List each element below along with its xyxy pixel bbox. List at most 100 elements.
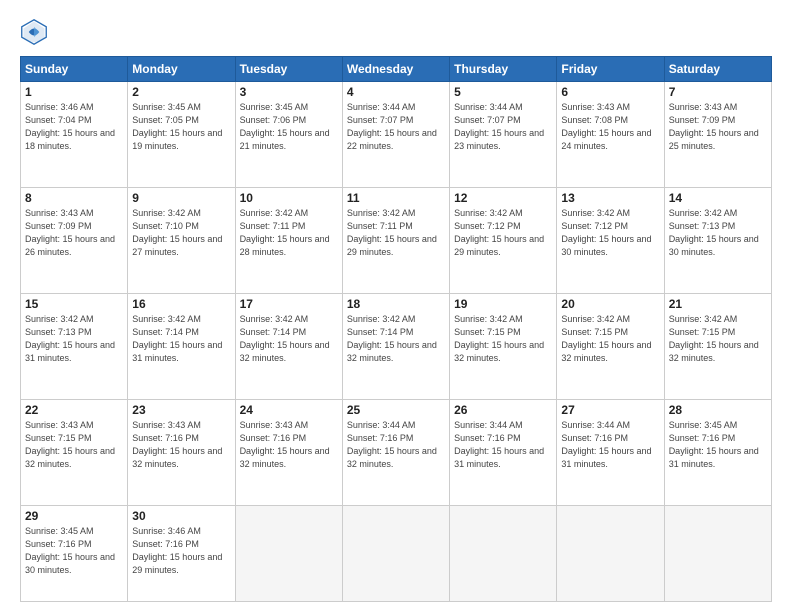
day-cell-19: 19 Sunrise: 3:42 AM Sunset: 7:15 PM Dayli… [450,293,557,399]
day-info: Sunrise: 3:43 AM Sunset: 7:16 PM Dayligh… [132,419,230,471]
day-number: 25 [347,403,445,417]
day-cell-11: 11Sunrise: 3:42 AM Sunset: 7:11 PM Dayli… [342,187,449,293]
logo-icon [20,18,48,46]
weekday-friday: Friday [557,57,664,82]
page: SundayMondayTuesdayWednesdayThursdayFrid… [0,0,792,612]
day-cell-8: 8Sunrise: 3:43 AM Sunset: 7:09 PM Daylig… [21,187,128,293]
day-info: Sunrise: 3:45 AM Sunset: 7:16 PM Dayligh… [25,525,123,577]
calendar-week-3: 15 Sunrise: 3:42 AM Sunset: 7:13 PM Dayli… [21,293,772,399]
day-info: Sunrise: 3:42 AM Sunset: 7:14 PM Dayligh… [132,313,230,365]
day-number: 29 [25,509,123,523]
header [20,18,772,46]
day-number: 15 [25,297,123,311]
day-number: 10 [240,191,338,205]
day-number: 2 [132,85,230,99]
day-info: Sunrise: 3:45 AM Sunset: 7:05 PM Dayligh… [132,101,230,153]
day-cell-14: 14 Sunrise: 3:42 AM Sunset: 7:13 PM Dayli… [664,187,771,293]
day-info: Sunrise: 3:43 AM Sunset: 7:08 PM Dayligh… [561,101,659,153]
weekday-monday: Monday [128,57,235,82]
day-info: Sunrise: 3:43 AM Sunset: 7:15 PM Dayligh… [25,419,123,471]
day-cell-29: 29 Sunrise: 3:45 AM Sunset: 7:16 PM Dayli… [21,505,128,601]
day-info: Sunrise: 3:44 AM Sunset: 7:16 PM Dayligh… [347,419,445,471]
day-number: 14 [669,191,767,205]
day-cell-17: 17 Sunrise: 3:42 AM Sunset: 7:14 PM Dayli… [235,293,342,399]
day-info: Sunrise: 3:44 AM Sunset: 7:07 PM Dayligh… [347,101,445,153]
day-number: 9 [132,191,230,205]
day-info: Sunrise: 3:42 AM Sunset: 7:12 PM Dayligh… [454,207,552,259]
day-number: 4 [347,85,445,99]
day-info: Sunrise: 3:44 AM Sunset: 7:16 PM Dayligh… [454,419,552,471]
day-cell-7: 7 Sunrise: 3:43 AM Sunset: 7:09 PM Daylig… [664,82,771,188]
day-number: 24 [240,403,338,417]
day-info: Sunrise: 3:44 AM Sunset: 7:07 PM Dayligh… [454,101,552,153]
day-cell-27: 27Sunrise: 3:44 AM Sunset: 7:16 PM Dayli… [557,399,664,505]
day-cell-30: 30Sunrise: 3:46 AM Sunset: 7:16 PM Dayli… [128,505,235,601]
empty-cell [342,505,449,601]
day-cell-21: 21 Sunrise: 3:42 AM Sunset: 7:15 PM Dayli… [664,293,771,399]
day-cell-3: 3 Sunrise: 3:45 AM Sunset: 7:06 PM Daylig… [235,82,342,188]
day-cell-24: 24 Sunrise: 3:43 AM Sunset: 7:16 PM Dayli… [235,399,342,505]
day-info: Sunrise: 3:46 AM Sunset: 7:16 PM Dayligh… [132,525,230,577]
day-cell-20: 20 Sunrise: 3:42 AM Sunset: 7:15 PM Dayli… [557,293,664,399]
day-number: 12 [454,191,552,205]
empty-cell [557,505,664,601]
day-cell-23: 23Sunrise: 3:43 AM Sunset: 7:16 PM Dayli… [128,399,235,505]
day-cell-10: 10 Sunrise: 3:42 AM Sunset: 7:11 PM Dayli… [235,187,342,293]
weekday-wednesday: Wednesday [342,57,449,82]
day-info: Sunrise: 3:42 AM Sunset: 7:15 PM Dayligh… [454,313,552,365]
day-info: Sunrise: 3:42 AM Sunset: 7:10 PM Dayligh… [132,207,230,259]
day-info: Sunrise: 3:43 AM Sunset: 7:09 PM Dayligh… [25,207,123,259]
empty-cell [664,505,771,601]
calendar-week-5: 29 Sunrise: 3:45 AM Sunset: 7:16 PM Dayli… [21,505,772,601]
day-cell-13: 13 Sunrise: 3:42 AM Sunset: 7:12 PM Dayli… [557,187,664,293]
day-cell-28: 28Sunrise: 3:45 AM Sunset: 7:16 PM Dayli… [664,399,771,505]
day-number: 7 [669,85,767,99]
day-number: 19 [454,297,552,311]
day-cell-6: 6 Sunrise: 3:43 AM Sunset: 7:08 PM Daylig… [557,82,664,188]
day-info: Sunrise: 3:42 AM Sunset: 7:14 PM Dayligh… [347,313,445,365]
day-number: 28 [669,403,767,417]
day-number: 17 [240,297,338,311]
weekday-saturday: Saturday [664,57,771,82]
day-info: Sunrise: 3:42 AM Sunset: 7:13 PM Dayligh… [669,207,767,259]
calendar-week-2: 8Sunrise: 3:43 AM Sunset: 7:09 PM Daylig… [21,187,772,293]
empty-cell [235,505,342,601]
day-info: Sunrise: 3:42 AM Sunset: 7:13 PM Dayligh… [25,313,123,365]
weekday-tuesday: Tuesday [235,57,342,82]
day-number: 18 [347,297,445,311]
day-number: 22 [25,403,123,417]
day-info: Sunrise: 3:42 AM Sunset: 7:14 PM Dayligh… [240,313,338,365]
day-number: 26 [454,403,552,417]
day-number: 20 [561,297,659,311]
day-info: Sunrise: 3:42 AM Sunset: 7:12 PM Dayligh… [561,207,659,259]
day-number: 6 [561,85,659,99]
day-number: 1 [25,85,123,99]
day-cell-9: 9 Sunrise: 3:42 AM Sunset: 7:10 PM Daylig… [128,187,235,293]
day-info: Sunrise: 3:45 AM Sunset: 7:06 PM Dayligh… [240,101,338,153]
day-cell-26: 26 Sunrise: 3:44 AM Sunset: 7:16 PM Dayli… [450,399,557,505]
weekday-sunday: Sunday [21,57,128,82]
day-cell-16: 16 Sunrise: 3:42 AM Sunset: 7:14 PM Dayli… [128,293,235,399]
weekday-header-row: SundayMondayTuesdayWednesdayThursdayFrid… [21,57,772,82]
day-number: 3 [240,85,338,99]
calendar-week-1: 1 Sunrise: 3:46 AM Sunset: 7:04 PM Daylig… [21,82,772,188]
day-cell-22: 22 Sunrise: 3:43 AM Sunset: 7:15 PM Dayli… [21,399,128,505]
day-info: Sunrise: 3:42 AM Sunset: 7:11 PM Dayligh… [240,207,338,259]
day-number: 16 [132,297,230,311]
day-info: Sunrise: 3:43 AM Sunset: 7:09 PM Dayligh… [669,101,767,153]
day-number: 13 [561,191,659,205]
day-info: Sunrise: 3:46 AM Sunset: 7:04 PM Dayligh… [25,101,123,153]
day-number: 21 [669,297,767,311]
day-info: Sunrise: 3:42 AM Sunset: 7:11 PM Dayligh… [347,207,445,259]
calendar-table: SundayMondayTuesdayWednesdayThursdayFrid… [20,56,772,602]
day-number: 27 [561,403,659,417]
logo [20,18,52,46]
day-number: 5 [454,85,552,99]
weekday-thursday: Thursday [450,57,557,82]
day-info: Sunrise: 3:43 AM Sunset: 7:16 PM Dayligh… [240,419,338,471]
day-cell-25: 25 Sunrise: 3:44 AM Sunset: 7:16 PM Dayli… [342,399,449,505]
calendar-week-4: 22 Sunrise: 3:43 AM Sunset: 7:15 PM Dayli… [21,399,772,505]
day-info: Sunrise: 3:42 AM Sunset: 7:15 PM Dayligh… [669,313,767,365]
day-cell-1: 1 Sunrise: 3:46 AM Sunset: 7:04 PM Daylig… [21,82,128,188]
day-info: Sunrise: 3:42 AM Sunset: 7:15 PM Dayligh… [561,313,659,365]
